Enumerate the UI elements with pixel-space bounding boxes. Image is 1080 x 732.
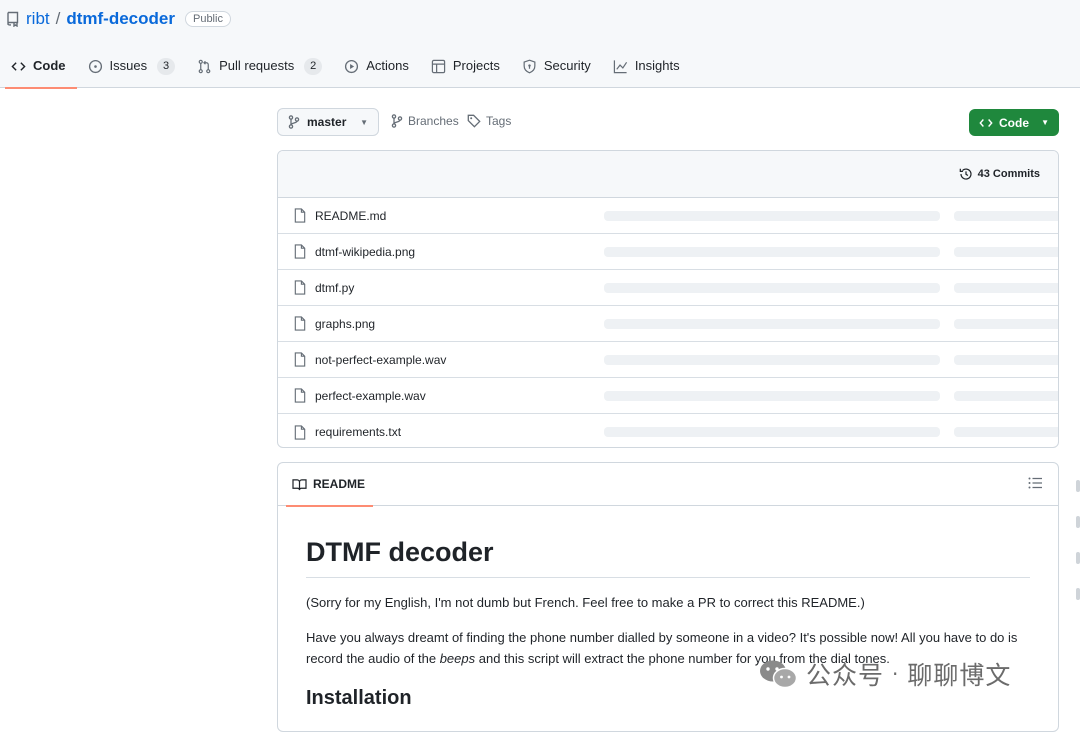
file-icon — [294, 424, 306, 440]
list-icon[interactable] — [1028, 477, 1042, 489]
repo-name-link[interactable]: dtmf-decoder — [66, 9, 175, 29]
tags-label: Tags — [486, 114, 512, 128]
tab-insights[interactable]: Insights — [602, 48, 691, 88]
file-name-link[interactable]: requirements.txt — [315, 425, 401, 439]
file-icon — [294, 244, 306, 259]
code-button-label: Code — [999, 115, 1029, 130]
shield-icon — [523, 59, 536, 74]
tab-projects[interactable]: Projects — [420, 48, 511, 88]
commit-date-placeholder — [954, 391, 1058, 401]
code-dropdown-button[interactable]: Code ▼ — [969, 109, 1059, 136]
readme-title: DTMF decoder — [306, 536, 1030, 578]
play-icon — [345, 59, 359, 74]
file-row[interactable]: README.md — [278, 198, 1058, 234]
branch-selector-button[interactable]: master ▼ — [277, 108, 379, 136]
tab-issues[interactable]: Issues 3 — [77, 48, 187, 88]
wechat-icon — [760, 660, 798, 689]
file-row[interactable]: dtmf.py — [278, 270, 1058, 306]
file-name-link[interactable]: dtmf-wikipedia.png — [315, 245, 415, 259]
repo-owner-link[interactable]: ribt — [26, 9, 50, 29]
tag-icon — [467, 114, 481, 128]
pull-request-icon — [198, 59, 211, 74]
file-name-link[interactable]: README.md — [315, 209, 386, 223]
file-list-header: 43 Commits — [278, 151, 1058, 198]
tab-issues-label: Issues — [109, 58, 148, 73]
file-name-link[interactable]: perfect-example.wav — [315, 389, 426, 403]
tab-readme[interactable]: README — [285, 463, 374, 507]
file-icon — [294, 208, 306, 223]
watermark-text-2: 聊聊博文 — [907, 661, 1012, 690]
commit-date-placeholder — [954, 319, 1058, 329]
chevron-down-icon: ▼ — [1041, 118, 1049, 127]
tab-code-label: Code — [33, 58, 66, 73]
commit-message-placeholder — [604, 283, 940, 293]
commit-message-placeholder — [604, 319, 940, 329]
repo-separator: / — [55, 9, 61, 28]
commit-date-placeholder — [954, 283, 1058, 293]
tab-insights-label: Insights — [634, 58, 680, 73]
pull-requests-count: 2 — [304, 58, 323, 75]
branch-name: master — [307, 115, 347, 129]
branches-link[interactable]: Branches — [391, 114, 459, 128]
tab-pull-requests-label: Pull requests — [219, 58, 295, 73]
branches-label: Branches — [408, 114, 459, 128]
watermark: 公众号 · 聊聊博文 — [758, 656, 1011, 692]
commit-date-placeholder — [954, 355, 1058, 365]
issues-count: 3 — [157, 58, 176, 75]
commit-date-placeholder — [954, 427, 1058, 437]
book-icon — [292, 478, 307, 490]
code-icon — [979, 118, 993, 127]
file-icon — [294, 352, 306, 367]
table-icon — [431, 59, 446, 74]
commit-date-placeholder — [954, 247, 1058, 257]
file-icon — [294, 280, 306, 295]
tab-actions-label: Actions — [366, 58, 409, 73]
tab-projects-label: Projects — [452, 58, 500, 73]
file-row[interactable]: requirements.txt — [278, 414, 1058, 447]
readme-emphasis: beeps — [439, 650, 476, 666]
commits-link[interactable]: 43 Commits — [978, 168, 1040, 180]
commit-message-placeholder — [604, 427, 940, 437]
visibility-badge: Public — [184, 11, 231, 27]
file-row[interactable]: graphs.png — [278, 306, 1058, 342]
branch-icon — [288, 115, 300, 129]
repo-icon — [7, 11, 19, 27]
file-icon — [294, 388, 306, 403]
file-row[interactable]: dtmf-wikipedia.png — [278, 234, 1058, 270]
file-row[interactable]: perfect-example.wav — [278, 378, 1058, 414]
readme-paragraph-1: (Sorry for my English, I'm not dumb but … — [306, 594, 865, 610]
commit-message-placeholder — [604, 391, 940, 401]
file-list: 43 Commits README.md dtmf-wikipedia.png dt… — [277, 150, 1059, 448]
tab-security-label: Security — [543, 58, 591, 73]
file-icon — [294, 316, 306, 331]
commit-message-placeholder — [604, 355, 940, 365]
repo-nav: Code Issues 3 Pull requests 2 Actions Pr… — [0, 48, 691, 89]
readme-tab-label: README — [313, 477, 366, 491]
commit-message-placeholder — [604, 211, 940, 221]
chevron-down-icon: ▼ — [360, 117, 368, 127]
tab-actions[interactable]: Actions — [333, 48, 420, 88]
commit-message-placeholder — [604, 247, 940, 257]
branch-icon — [391, 114, 403, 128]
file-name-link[interactable]: graphs.png — [315, 317, 375, 331]
tab-code[interactable]: Code — [0, 48, 77, 89]
tab-security[interactable]: Security — [511, 48, 602, 88]
commit-date-placeholder — [954, 211, 1058, 221]
issue-icon — [88, 59, 102, 74]
file-row[interactable]: not-perfect-example.wav — [278, 342, 1058, 378]
code-icon — [11, 62, 26, 71]
graph-icon — [613, 60, 627, 74]
watermark-dot: · — [892, 662, 900, 686]
edge-fragments — [1076, 480, 1080, 624]
tags-link[interactable]: Tags — [467, 114, 511, 128]
watermark-text-1: 公众号 — [806, 661, 885, 690]
repo-title: ribt / dtmf-decoder Public — [6, 8, 231, 30]
readme-header: README — [278, 463, 1058, 507]
file-name-link[interactable]: not-perfect-example.wav — [315, 353, 446, 367]
history-icon — [959, 168, 972, 180]
tab-pull-requests[interactable]: Pull requests 2 — [186, 48, 333, 88]
repo-header: ribt / dtmf-decoder Public Code Issues 3… — [0, 0, 1080, 89]
file-name-link[interactable]: dtmf.py — [315, 281, 354, 295]
